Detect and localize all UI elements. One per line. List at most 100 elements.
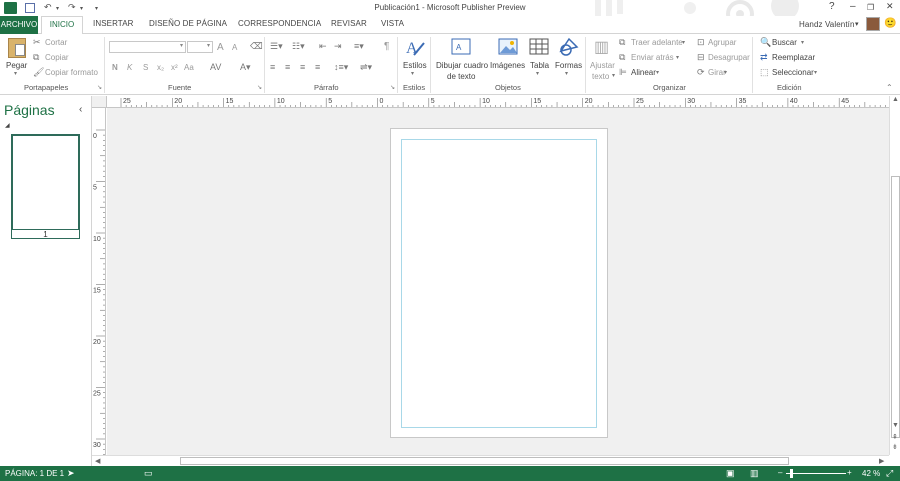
wrap-text-dropdown-icon[interactable]: ▾ xyxy=(612,72,615,79)
scroll-up-icon[interactable]: ▲ xyxy=(892,96,899,103)
user-dropdown-icon[interactable]: ▾ xyxy=(855,20,859,28)
styles-dropdown-icon[interactable]: ▾ xyxy=(411,70,414,77)
previous-page-icon[interactable]: ⇞ xyxy=(892,433,898,441)
table-dropdown-icon[interactable]: ▾ xyxy=(536,70,539,77)
send-backward-dropdown-icon[interactable]: ▾ xyxy=(676,54,679,61)
bring-forward-icon[interactable]: ⧉ xyxy=(619,37,625,48)
tab-mailings[interactable]: CORRESPONDENCIA xyxy=(238,19,321,28)
pictures-icon[interactable] xyxy=(497,37,519,57)
show-pilcrow-button[interactable]: ¶ xyxy=(384,41,389,52)
paste-button[interactable]: Pegar xyxy=(6,61,27,70)
grow-font-button[interactable]: A xyxy=(217,42,224,53)
send-backward-button[interactable]: Enviar atrás xyxy=(631,53,674,62)
wrap-text-button[interactable]: Ajustar xyxy=(590,61,615,70)
ungroup-button[interactable]: Desagrupar xyxy=(708,53,750,62)
font-name-combo[interactable]: ▾ xyxy=(109,41,186,53)
copy-icon[interactable]: ⧉ xyxy=(33,52,39,63)
numbering-icon[interactable]: ☷▾ xyxy=(292,41,305,52)
subscript-button[interactable]: x₂ xyxy=(157,63,164,72)
feedback-smiley-icon[interactable]: 🙂 xyxy=(884,18,897,29)
change-case-button[interactable]: Aa xyxy=(184,63,194,72)
find-button[interactable]: Buscar xyxy=(772,38,797,47)
select-icon[interactable]: ⬚ xyxy=(760,67,769,78)
avatar[interactable] xyxy=(866,17,880,31)
clear-formatting-icon[interactable]: ⌫ xyxy=(250,41,263,52)
draw-textbox-button[interactable]: Dibujar cuadro xyxy=(436,61,488,70)
zoom-level[interactable]: 42 % xyxy=(862,469,880,478)
ruler-corner[interactable] xyxy=(92,96,107,108)
table-button[interactable]: Tabla xyxy=(530,61,549,70)
user-name[interactable]: Handz Valentín xyxy=(799,20,855,29)
format-painter-icon[interactable]: 🖌 xyxy=(33,67,44,78)
bring-forward-dropdown-icon[interactable]: ▾ xyxy=(682,39,685,46)
strikethrough-button[interactable]: S xyxy=(143,63,148,72)
format-painter-button[interactable]: Copiar formato xyxy=(45,68,98,77)
bold-button[interactable]: N xyxy=(112,63,118,72)
clipboard-launcher-icon[interactable]: ↘ xyxy=(97,84,102,91)
publication-page[interactable] xyxy=(390,128,608,438)
font-color-icon[interactable]: A▾ xyxy=(240,62,251,73)
page-info[interactable]: PÁGINA: 1 DE 1 xyxy=(5,469,64,478)
increase-indent-icon[interactable]: ⇥ xyxy=(334,41,342,52)
bring-forward-button[interactable]: Traer adelante xyxy=(631,38,683,47)
tab-review[interactable]: REVISAR xyxy=(331,19,367,28)
draw-textbox-icon[interactable]: A xyxy=(450,37,472,57)
zoom-out-button[interactable]: – xyxy=(778,468,782,477)
scroll-right-icon[interactable]: ▶ xyxy=(879,457,884,465)
close-button[interactable]: ✕ xyxy=(886,1,894,12)
paste-icon[interactable] xyxy=(8,38,26,58)
superscript-button[interactable]: x² xyxy=(171,63,178,72)
align-button[interactable]: Alinear xyxy=(631,68,656,77)
select-button[interactable]: Seleccionar xyxy=(772,68,814,77)
cut-button[interactable]: Cortar xyxy=(45,38,67,47)
zoom-slider[interactable] xyxy=(786,473,846,474)
wrap-text-button-line2[interactable]: texto xyxy=(592,72,609,81)
fit-page-icon[interactable]: ⤢ xyxy=(886,468,893,479)
tab-view[interactable]: VISTA xyxy=(381,19,404,28)
collapse-ribbon-icon[interactable]: ⌃ xyxy=(886,83,893,92)
styles-button[interactable]: Estilos xyxy=(403,61,427,70)
replace-icon[interactable]: ⇄ xyxy=(760,52,768,63)
horizontal-ruler[interactable]: 25 20 15 10 5 0 5 10 15 20 25 30 35 40 45 xyxy=(107,96,889,108)
find-dropdown-icon[interactable]: ▾ xyxy=(801,39,804,46)
rotate-icon[interactable]: ⟳ xyxy=(697,67,705,78)
send-backward-icon[interactable]: ⧉ xyxy=(619,52,625,63)
shapes-icon[interactable] xyxy=(557,37,579,57)
cut-icon[interactable]: ✂ xyxy=(33,37,41,48)
shapes-dropdown-icon[interactable]: ▾ xyxy=(565,70,568,77)
ungroup-icon[interactable]: ⊟ xyxy=(697,52,705,63)
collapse-pane-icon[interactable]: ‹ xyxy=(79,104,82,115)
vertical-scrollbar[interactable]: ▲ ▼ ⇞ ⇟ xyxy=(889,96,900,455)
find-icon[interactable]: 🔍 xyxy=(760,37,771,48)
align-icon[interactable]: ⊫ xyxy=(619,67,627,78)
zoom-slider-thumb[interactable] xyxy=(790,469,793,478)
shrink-font-button[interactable]: A xyxy=(232,43,237,52)
tab-insert[interactable]: INSERTAR xyxy=(93,19,134,28)
horizontal-scrollbar[interactable]: ◀ ▶ xyxy=(92,455,889,466)
italic-button[interactable]: K xyxy=(127,63,132,72)
select-dropdown-icon[interactable]: ▾ xyxy=(814,69,817,76)
decrease-indent-icon[interactable]: ⇤ xyxy=(319,41,327,52)
line-spacing-icon[interactable]: ↕≡▾ xyxy=(334,62,348,73)
copy-button[interactable]: Copiar xyxy=(45,53,69,62)
wrap-text-icon[interactable]: ▥ xyxy=(594,37,609,57)
expand-section-icon[interactable]: ◢ xyxy=(5,122,10,129)
workspace-canvas[interactable] xyxy=(107,108,889,455)
scroll-down-icon[interactable]: ▼ xyxy=(892,422,899,429)
draw-textbox-button-line2[interactable]: de texto xyxy=(447,72,475,81)
restore-button[interactable]: ❐ xyxy=(867,3,874,12)
columns-icon[interactable]: ≡▾ xyxy=(354,41,364,52)
replace-button[interactable]: Reemplazar xyxy=(772,53,815,62)
pictures-button[interactable]: Imágenes xyxy=(490,61,525,70)
zoom-in-button[interactable]: + xyxy=(847,468,852,477)
two-page-view-icon[interactable]: ▥ xyxy=(750,468,759,479)
table-icon[interactable] xyxy=(529,37,549,57)
styles-icon[interactable]: A xyxy=(404,37,426,57)
font-size-combo[interactable]: ▾ xyxy=(187,41,213,53)
paragraph-launcher-icon[interactable]: ↘ xyxy=(390,84,395,91)
bullets-icon[interactable]: ☰▾ xyxy=(270,41,283,52)
minimize-button[interactable]: – xyxy=(850,1,856,12)
align-right-icon[interactable]: ≡ xyxy=(300,62,305,72)
shading-icon[interactable]: ⇌▾ xyxy=(360,62,372,73)
justify-icon[interactable]: ≡ xyxy=(315,62,320,72)
